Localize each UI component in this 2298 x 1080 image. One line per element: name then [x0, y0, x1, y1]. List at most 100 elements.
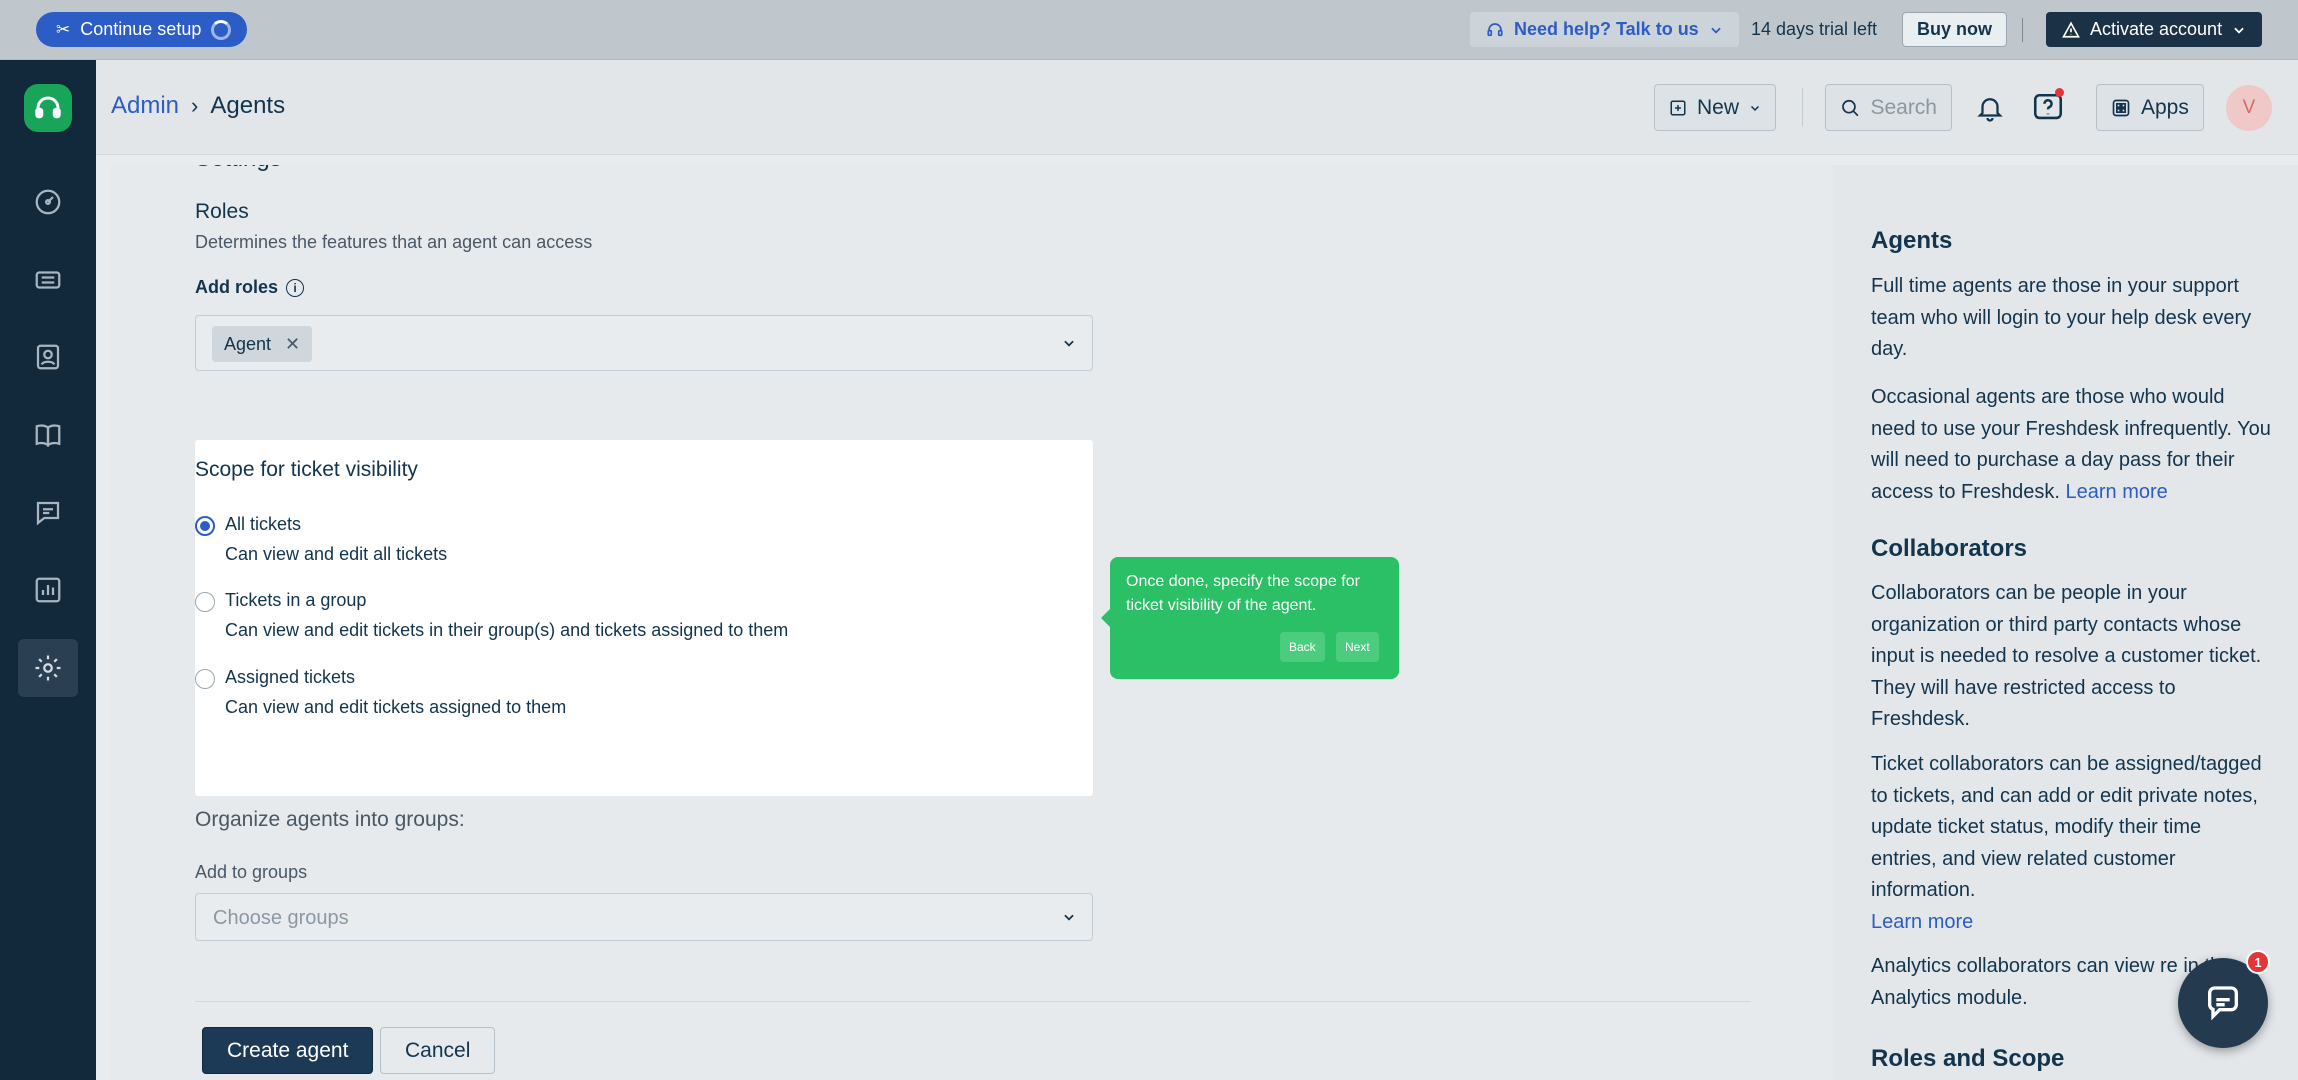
help-collab-p2: Ticket collaborators can be assigned/tag… — [1871, 749, 2271, 938]
chat-icon — [2208, 986, 2238, 1021]
learn-more-link[interactable]: Learn more — [2066, 481, 2168, 503]
help-collab-title: Collaborators — [1871, 535, 2028, 562]
activate-account-button[interactable]: Activate account — [2046, 12, 2263, 47]
help-button[interactable] — [2030, 88, 2066, 126]
chevron-down-icon — [2234, 27, 2244, 34]
groups-select[interactable]: Choose groups — [195, 893, 1093, 941]
help-collab-p1: Collaborators can be people in your orga… — [1871, 582, 2262, 730]
scope-card: Scope for ticket visibility All tickets … — [195, 440, 1093, 796]
roles-description: Determines the features that an agent ca… — [195, 232, 593, 252]
radio-all-tickets[interactable] — [195, 516, 215, 536]
help-panel: Agents Full time agents are those in you… — [1833, 165, 2298, 1080]
option-label: All tickets — [225, 514, 302, 534]
new-button[interactable]: New — [1654, 84, 1777, 131]
breadcrumb-admin-link[interactable]: Admin — [111, 92, 179, 120]
gear-icon — [35, 655, 61, 681]
option-description: Can view and edit all tickets — [225, 544, 448, 564]
book-icon — [35, 424, 61, 448]
learn-more-link[interactable]: Learn more — [1871, 911, 1973, 933]
radio-assigned-tickets[interactable] — [195, 669, 215, 689]
search-icon — [1842, 99, 1859, 116]
sidebar-item-solutions[interactable] — [18, 406, 78, 464]
form-divider — [195, 1001, 1751, 1002]
settings-heading: Settings — [195, 165, 282, 173]
roles-title: Roles — [195, 200, 249, 223]
buy-now-button[interactable]: Buy now — [1902, 12, 2007, 47]
help-agents-title: Agents — [1871, 227, 1953, 254]
avatar[interactable]: V — [2226, 85, 2272, 131]
loading-spinner-icon — [211, 19, 232, 40]
top-banner: ✂ Continue setup Need help? Talk to us 1… — [0, 0, 2298, 60]
radio-group-tickets[interactable] — [195, 592, 215, 612]
notifications-button[interactable] — [1972, 90, 2008, 126]
chevron-down-icon — [1064, 340, 1074, 347]
headset-icon — [1487, 22, 1503, 36]
sidebar-item-contacts[interactable] — [18, 328, 78, 386]
page-title: Agents — [210, 92, 286, 119]
tour-next-button[interactable]: Next — [1336, 632, 1379, 662]
sidebar-item-tickets[interactable] — [18, 251, 78, 309]
add-roles-label: Add roles i — [195, 277, 305, 298]
help-roles-title: Roles and Scope — [1871, 1045, 2065, 1072]
groups-placeholder: Choose groups — [213, 907, 349, 929]
info-icon[interactable]: i — [286, 278, 305, 297]
close-icon[interactable]: ✕ — [285, 334, 300, 355]
tour-back-button[interactable]: Back — [1280, 632, 1325, 662]
chat-unread-badge: 1 — [2246, 950, 2270, 974]
sidebar-item-discussions[interactable] — [18, 484, 78, 542]
option-description: Can view and edit tickets in their group… — [225, 620, 789, 640]
discussions-icon — [36, 501, 60, 526]
chevron-right-icon: › — [191, 93, 199, 118]
role-chip-label: Agent — [224, 333, 272, 354]
chevron-down-icon — [1064, 914, 1074, 921]
plus-square-icon — [1670, 100, 1686, 115]
agent-form: Settings Roles Determines the features t… — [110, 165, 1833, 1080]
trial-status: 14 days trial left — [1751, 19, 1878, 39]
option-description: Can view and edit tickets assigned to th… — [225, 697, 567, 717]
headset-logo-icon — [35, 96, 61, 119]
add-roles-text: Add roles — [195, 277, 279, 297]
chevron-down-icon — [1711, 27, 1721, 34]
help-agents-p1: Full time agents are those in your suppo… — [1871, 275, 2252, 360]
groups-label: Add to groups — [195, 862, 308, 882]
topbar-divider — [2022, 18, 2023, 42]
search-input[interactable]: Search — [1825, 84, 1952, 131]
cancel-button[interactable]: Cancel — [380, 1027, 496, 1074]
help-agents-p2: Occasional agents are those who would ne… — [1871, 382, 2271, 508]
tour-text: Once done, specify the scope for ticket … — [1126, 573, 1360, 614]
apps-icon — [2112, 99, 2130, 116]
new-label: New — [1697, 95, 1740, 119]
sidebar-item-reports[interactable] — [18, 561, 78, 619]
apps-button[interactable]: Apps — [2096, 84, 2204, 131]
continue-setup-button[interactable]: ✂ Continue setup — [36, 12, 248, 47]
activate-account-label: Activate account — [2090, 19, 2223, 39]
page-header: Admin › Agents New Search Apps V — [96, 60, 2298, 155]
tour-tooltip: Once done, specify the scope for ticket … — [1101, 557, 1399, 679]
option-label: Assigned tickets — [225, 667, 356, 687]
option-label: Tickets in a group — [225, 590, 367, 610]
tools-icon: ✂ — [56, 19, 71, 39]
header-divider — [1802, 88, 1803, 126]
search-placeholder: Search — [1870, 95, 1937, 119]
dashboard-icon — [35, 189, 61, 215]
chevron-down-icon — [1750, 105, 1760, 111]
left-sidebar — [0, 60, 96, 1080]
reports-icon — [35, 577, 61, 603]
continue-setup-label: Continue setup — [80, 19, 202, 39]
warning-icon — [2062, 21, 2080, 38]
roles-select[interactable]: Agent ✕ — [195, 315, 1093, 371]
notification-dot — [2055, 88, 2064, 97]
need-help-button[interactable]: Need help? Talk to us — [1470, 12, 1739, 47]
breadcrumb: Admin › Agents — [111, 92, 285, 120]
sidebar-item-admin[interactable] — [18, 639, 78, 697]
scope-title: Scope for ticket visibility — [195, 458, 418, 481]
role-chip: Agent ✕ — [212, 326, 313, 362]
freshdesk-logo[interactable] — [24, 84, 72, 132]
help-collab-p2-text: Ticket collaborators can be assigned/tag… — [1871, 753, 2262, 901]
ticket-icon — [35, 271, 61, 289]
sidebar-item-dashboard[interactable] — [18, 173, 78, 231]
need-help-label: Need help? Talk to us — [1514, 19, 1699, 39]
bell-icon — [1977, 98, 2003, 122]
apps-label: Apps — [2141, 95, 2189, 119]
create-agent-button[interactable]: Create agent — [202, 1027, 374, 1074]
